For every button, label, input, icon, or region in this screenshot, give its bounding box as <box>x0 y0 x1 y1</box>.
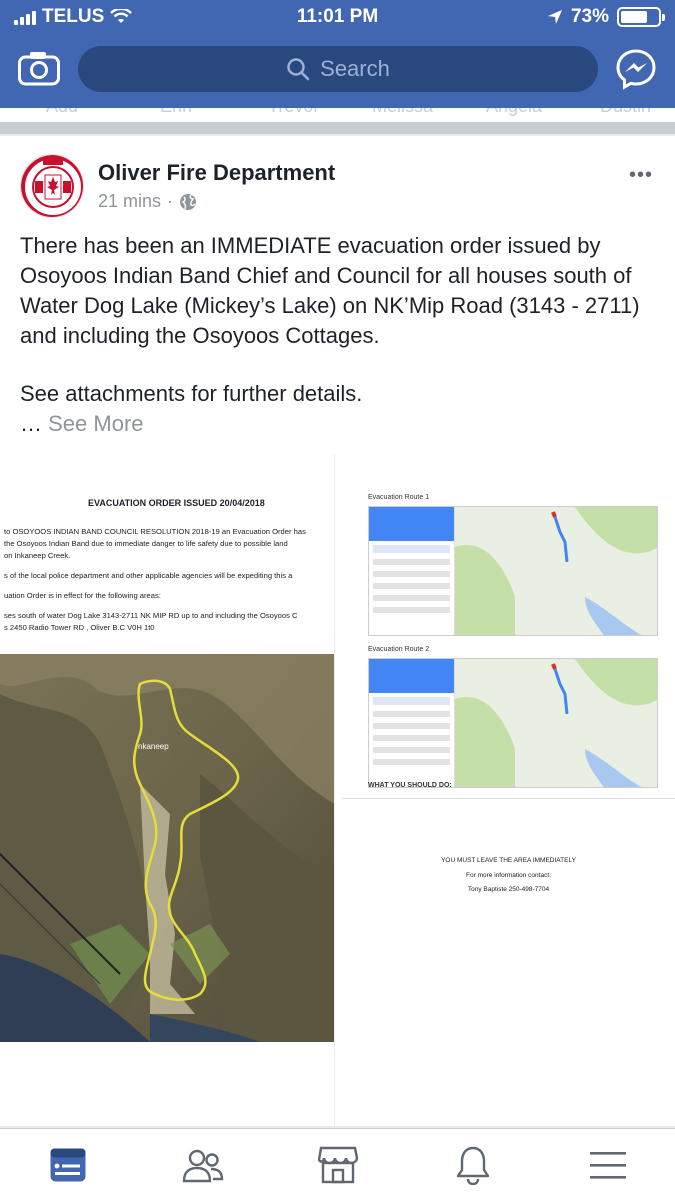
contact-person: Tony Baptiste 250-498-7704 <box>467 886 550 893</box>
story-name[interactable]: Erin <box>160 108 192 117</box>
document-line: s of the local police department and oth… <box>4 571 293 580</box>
menu-icon <box>589 1151 626 1179</box>
news-feed-icon <box>50 1148 85 1181</box>
post-text-paragraph: There has been an IMMEDIATE evacuation o… <box>20 233 640 348</box>
document-line: to OSOYOOS INDIAN BAND COUNCIL RESOLUTIO… <box>4 527 306 536</box>
post-meta: 21 mins · <box>98 191 197 212</box>
messenger-icon[interactable] <box>615 48 657 90</box>
post-body: There has been an IMMEDIATE evacuation o… <box>20 231 655 439</box>
marketplace-icon <box>317 1146 358 1183</box>
top-bar: TELUS 11:01 PM 73% Search <box>0 0 675 108</box>
map-label: nkaneep <box>138 742 169 751</box>
feed-post: Oliver Fire Department 21 mins · ••• The… <box>0 136 675 1126</box>
battery-icon <box>617 7 665 27</box>
document-line: s 2450 Radio Tower RD , Oliver B.C V0H 1… <box>4 623 155 632</box>
battery-percent: 73% <box>570 6 609 27</box>
ellipsis: … <box>20 411 42 436</box>
tab-notifications[interactable] <box>443 1140 503 1190</box>
attachment-evacuation-order[interactable]: EVACUATION ORDER ISSUED 20/04/2018 to OS… <box>0 454 335 1126</box>
post-options-button[interactable]: ••• <box>629 164 653 187</box>
route-label: Evacuation Route 1 <box>368 494 430 501</box>
post-author[interactable]: Oliver Fire Department <box>98 160 335 186</box>
notifications-icon <box>456 1146 489 1185</box>
post-text-paragraph: See attachments for further details. <box>20 381 363 406</box>
fire-department-logo <box>21 155 83 217</box>
post-time[interactable]: 21 mins <box>98 191 161 212</box>
camera-icon[interactable] <box>18 50 60 86</box>
see-more-link[interactable]: See More <box>48 411 143 436</box>
globe-icon <box>180 193 197 210</box>
document-line: the Osoyoos Indian Band due to immediate… <box>4 539 288 548</box>
attachment-contact-info[interactable]: YOU MUST LEAVE THE AREA IMMEDIATELY For … <box>342 798 675 1126</box>
contact-heading: For more information contact: <box>466 872 551 879</box>
document-line: ses south of water Dog Lake 3143-2711 NK… <box>4 611 298 620</box>
story-name[interactable]: Angela <box>486 108 542 117</box>
meta-dot: · <box>167 191 174 211</box>
status-bar: TELUS 11:01 PM 73% <box>0 0 675 36</box>
story-name[interactable]: Melissa <box>372 108 433 117</box>
route-label: Evacuation Route 2 <box>368 646 430 653</box>
document-line: on Inkaneep Creek. <box>4 551 71 560</box>
document-title: EVACUATION ORDER ISSUED 20/04/2018 <box>88 498 265 508</box>
leave-notice: YOU MUST LEAVE THE AREA IMMEDIATELY <box>441 857 576 864</box>
tab-menu[interactable] <box>578 1140 638 1190</box>
what-to-do-heading: WHAT YOU SHOULD DO: <box>368 782 452 789</box>
section-divider <box>0 122 675 134</box>
tab-news-feed[interactable] <box>38 1140 98 1190</box>
friends-icon <box>182 1149 223 1182</box>
satellite-map: nkaneep <box>0 654 334 1042</box>
story-name[interactable]: Dustin <box>600 108 651 117</box>
tab-friends[interactable] <box>173 1140 233 1190</box>
search-input[interactable]: Search <box>78 46 598 92</box>
attachment-evacuation-routes[interactable]: Evacuation Route 1 Evacuation Route 2 WH <box>342 454 675 794</box>
search-icon <box>287 58 310 81</box>
document-line: uation Order is in effect for the follow… <box>4 591 161 600</box>
route-map <box>368 658 658 788</box>
story-name[interactable]: Add <box>46 108 78 117</box>
search-placeholder: Search <box>320 56 390 81</box>
bottom-tab-bar <box>0 1128 675 1200</box>
tab-marketplace[interactable] <box>308 1140 368 1190</box>
avatar[interactable] <box>20 154 84 218</box>
location-arrow-icon <box>547 10 562 24</box>
route-map <box>368 506 658 636</box>
story-name[interactable]: Trevor <box>268 108 319 117</box>
